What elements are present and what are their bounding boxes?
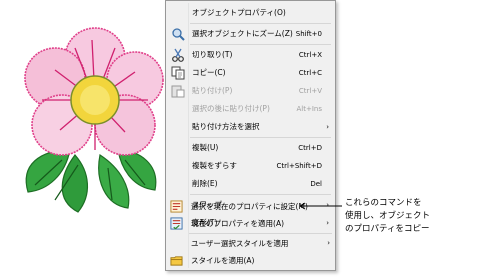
submenu-arrow-icon: › (327, 239, 330, 247)
menu-item-label: スタイルを適用(A) (191, 256, 255, 265)
menu-separator (189, 233, 332, 234)
apply-properties-icon (170, 217, 183, 230)
menu-item-label: 現在のプロパティを適用(A) (191, 219, 285, 228)
flower-embroidery-image (24, 27, 164, 213)
menu-item-apply-current-properties[interactable]: 現在のプロパティを適用(A) (167, 215, 334, 232)
set-properties-icon (170, 200, 183, 213)
context-menu-lower-section: 選択を現在のプロパティに設定(M) 現在のプロパティを適用(A) ユーザー選択ス… (165, 0, 336, 271)
callout-line: 使用し、オブジェクト (345, 211, 431, 221)
menu-item-apply-style[interactable]: スタイルを適用(A) (167, 252, 334, 269)
apply-style-icon (170, 256, 183, 266)
menu-item-label: 選択を現在のプロパティに設定(M) (191, 202, 308, 211)
callout-line: のプロパティをコピー (345, 224, 430, 234)
menu-item-label: ユーザー選択スタイルを適用 (191, 239, 289, 248)
leaves (25, 149, 157, 213)
callout-leader-line (300, 202, 342, 210)
callout-line: これらのコマンドを (345, 198, 422, 208)
flower-center (70, 75, 120, 125)
menu-item-apply-user-style[interactable]: ユーザー選択スタイルを適用 › (167, 235, 334, 252)
callout-annotation: これらのコマンドを 使用し、オブジェクト のプロパティをコピー (345, 197, 430, 236)
